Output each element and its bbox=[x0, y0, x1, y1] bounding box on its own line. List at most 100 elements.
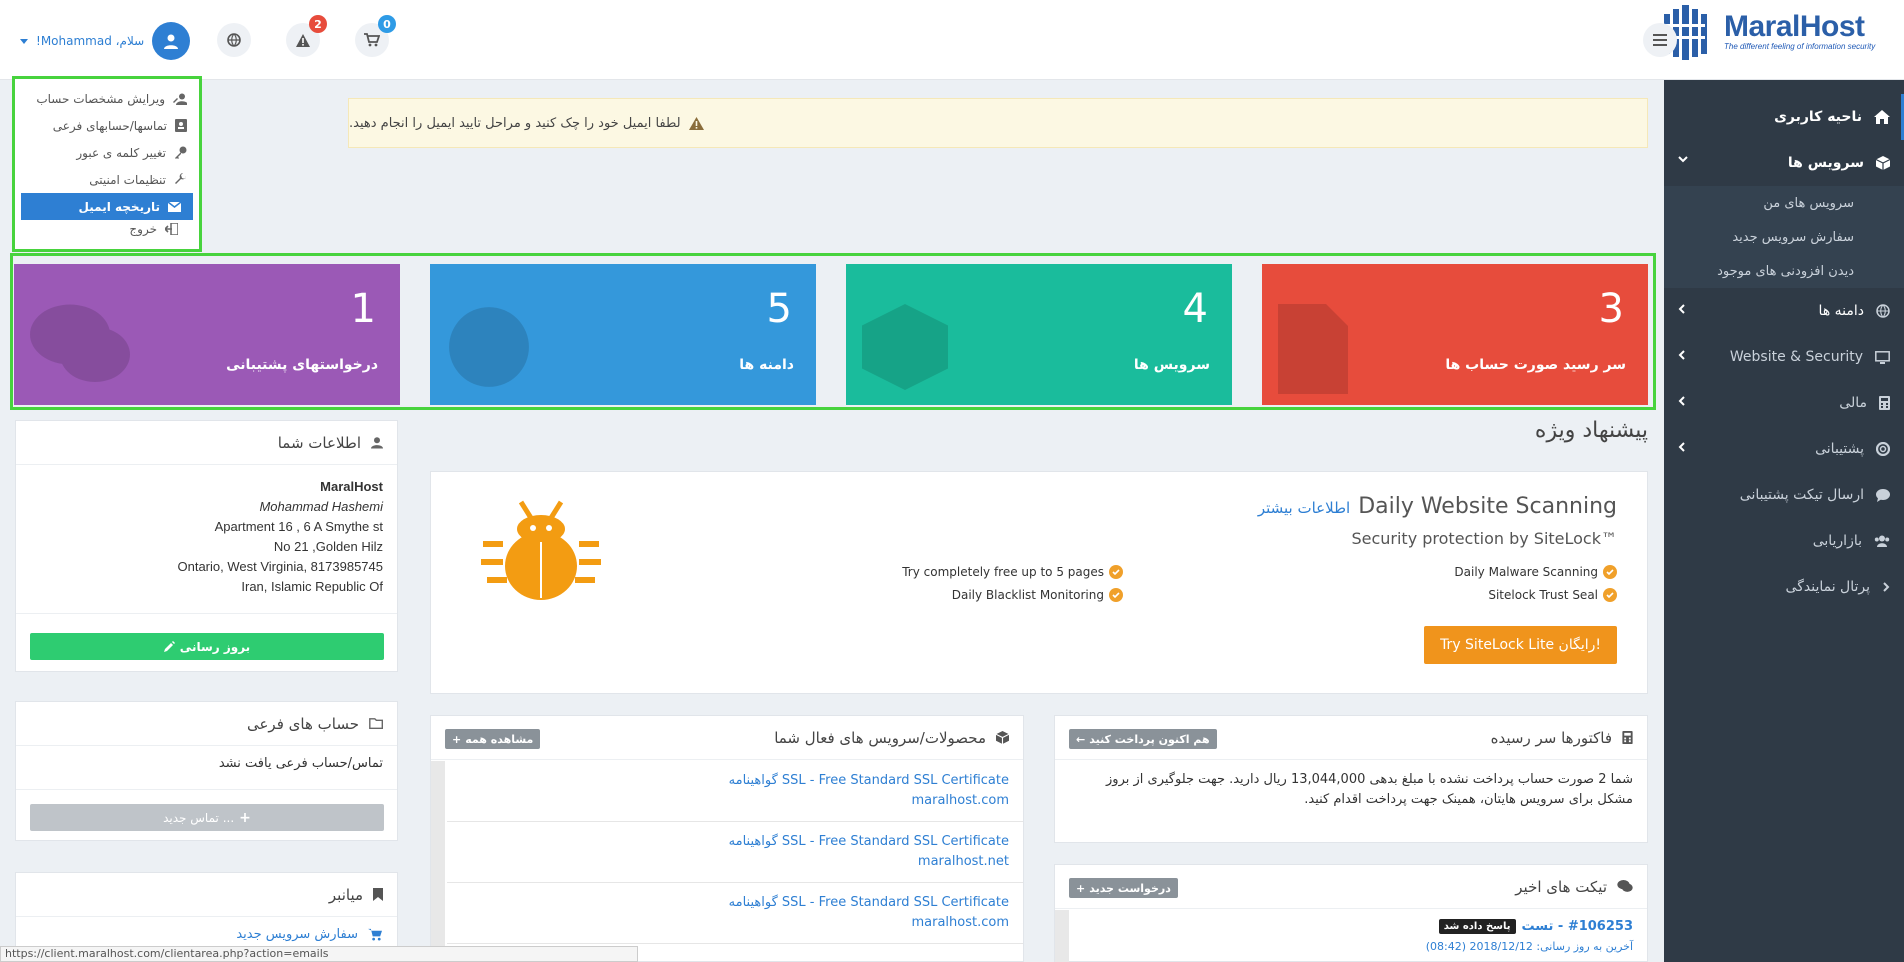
update-info-button[interactable]: بروز رسانی bbox=[30, 633, 384, 660]
check-circle-icon bbox=[1603, 588, 1617, 602]
cart-button[interactable]: 0 bbox=[355, 15, 396, 57]
chevron-left-icon bbox=[1678, 304, 1685, 314]
tile-label: دامنه ها bbox=[739, 357, 794, 373]
home-icon bbox=[1874, 110, 1890, 124]
notifications-button[interactable]: 2 bbox=[286, 15, 327, 57]
warning-icon bbox=[688, 116, 704, 130]
sidebar-item-label: پشتیبانی bbox=[1815, 441, 1864, 457]
panel-title: فاکتورها سر رسیده bbox=[1490, 728, 1612, 747]
comments-icon bbox=[1617, 880, 1633, 892]
services-scrollbar[interactable] bbox=[431, 761, 445, 962]
service-row[interactable]: گواهینامه SSL - Free Standard SSL Certif… bbox=[447, 883, 1023, 944]
subaccounts-empty: تماس/حساب فرعی یافت نشد bbox=[16, 746, 397, 790]
info-name: Mohammad Hashemi bbox=[259, 499, 383, 514]
new-contact-label: تماس جدید ... bbox=[163, 810, 235, 825]
caret-down-icon bbox=[20, 38, 28, 44]
cart-icon bbox=[364, 33, 380, 47]
ticket-title: #106253 - تست bbox=[1521, 919, 1634, 934]
menu-security-settings[interactable]: تنظیمات امنیتی bbox=[15, 166, 199, 193]
invoice-icon bbox=[1278, 304, 1348, 394]
cart-icon bbox=[368, 928, 382, 941]
menu-edit-account[interactable]: ویرایش مشخصات حساب bbox=[15, 85, 199, 112]
service-row[interactable]: گواهینامه SSL - Free Standard SSL Certif… bbox=[447, 822, 1023, 883]
panel-title: میانبر bbox=[328, 885, 363, 904]
panel-header: میانبر bbox=[16, 873, 397, 917]
tile-overdue-invoices[interactable]: 3 سر رسید صورت حساب ها bbox=[1262, 264, 1648, 405]
tile-label: درخواستهای پشتیبانی bbox=[226, 357, 378, 373]
sidebar-subitem-my-services[interactable]: سرویس های من bbox=[1664, 186, 1904, 220]
menu-contacts[interactable]: تماسها/حسابهای فرعی bbox=[15, 112, 199, 139]
info-address1: Apartment 16 , 6 A Smythe st bbox=[214, 519, 383, 534]
promo-section-title: پیشنهاد ویژه bbox=[1534, 418, 1648, 443]
shortcut-order-new[interactable]: سفارش سرویس جدید bbox=[16, 917, 397, 942]
active-services-panel: محصولات/سرویس های فعال شما + مشاهده همه گ… bbox=[430, 715, 1024, 962]
sidebar-item-support[interactable]: پشتیبانی bbox=[1664, 426, 1904, 472]
sidebar-item-label: ارسال تیکت پشتیبانی bbox=[1739, 487, 1864, 503]
cube-icon bbox=[862, 304, 948, 390]
hamburger-button[interactable] bbox=[1643, 23, 1677, 57]
sidebar-item-affiliates[interactable]: بازاریابی bbox=[1664, 518, 1904, 564]
sidebar-item-domains[interactable]: دامنه ها bbox=[1664, 288, 1904, 334]
tile-label: سر رسید صورت حساب ها bbox=[1445, 357, 1626, 373]
sidebar-item-open-ticket[interactable]: ارسال تیکت پشتیبانی bbox=[1664, 472, 1904, 518]
tile-value: 1 bbox=[350, 286, 376, 332]
tile-label: سرویس ها bbox=[1133, 357, 1210, 373]
language-button[interactable] bbox=[217, 23, 251, 57]
try-sitelock-button[interactable]: Try SiteLock Lite رایگان! bbox=[1424, 626, 1617, 664]
tickets-scrollbar[interactable] bbox=[1055, 910, 1069, 962]
user-menu-toggle[interactable]: سلام، Mohammad! bbox=[20, 22, 191, 60]
feature-text: Daily Malware Scanning bbox=[1454, 565, 1598, 579]
status-bar-url: https://client.maralhost.com/clientarea.… bbox=[0, 946, 638, 962]
menu-contacts-label: تماسها/حسابهای فرعی bbox=[52, 118, 167, 133]
overdue-invoices-panel: فاکتورها سر رسیده ← هم اکنون پرداخت کنید … bbox=[1054, 715, 1648, 843]
promo-more-info-link[interactable]: اطلاعات بیشتر bbox=[1258, 499, 1350, 517]
chevron-left-icon bbox=[1678, 442, 1685, 452]
sidebar-item-label: ناحیه کاربری bbox=[1774, 109, 1862, 125]
new-ticket-button[interactable]: + درخواست جدید bbox=[1069, 878, 1178, 898]
menu-change-password-label: تغییر کلمه ی عبور bbox=[76, 145, 166, 160]
feature-text: Daily Blacklist Monitoring bbox=[951, 588, 1104, 602]
chevron-down-icon bbox=[1678, 156, 1688, 163]
globe-icon bbox=[449, 307, 529, 387]
maralhost-logo[interactable]: MaralHost The different feeling of infor… bbox=[1660, 2, 1892, 64]
life-ring-icon bbox=[1876, 442, 1890, 456]
menu-logout[interactable]: خروج bbox=[20, 216, 192, 242]
pay-now-label: هم اکنون پرداخت کنید bbox=[1089, 732, 1210, 746]
shortcut-link-label: سفارش سرویس جدید bbox=[236, 927, 358, 942]
tile-support-tickets[interactable]: 1 درخواستهای پشتیبانی bbox=[14, 264, 400, 405]
service-name: گواهینامه SSL - Free Standard SSL Certif… bbox=[728, 773, 1009, 788]
sidebar-item-services[interactable]: سرویس ها bbox=[1664, 140, 1904, 186]
menu-logout-label: خروج bbox=[129, 222, 157, 236]
sidebar-item-reseller-portal[interactable]: پرتال نمایندگی bbox=[1664, 564, 1904, 610]
cube-icon bbox=[996, 731, 1009, 744]
service-domain: maralhost.com bbox=[911, 915, 1009, 930]
sidebar-item-dashboard[interactable]: ناحیه کاربری bbox=[1664, 94, 1904, 140]
pay-now-button[interactable]: ← هم اکنون پرداخت کنید bbox=[1069, 729, 1217, 749]
panel-title: محصولات/سرویس های فعال شما bbox=[774, 728, 986, 747]
user-avatar bbox=[152, 22, 191, 60]
chevron-left-icon bbox=[1678, 396, 1685, 406]
sidebar-subitem-addons[interactable]: دیدن افزودنی های موجود bbox=[1664, 254, 1904, 288]
view-all-button[interactable]: + مشاهده همه bbox=[445, 729, 541, 749]
ticket-row[interactable]: پاسخ داده شد #106253 - تست bbox=[1438, 919, 1634, 934]
info-company: MaralHost bbox=[320, 479, 383, 494]
new-contact-button[interactable]: تماس جدید ... + bbox=[30, 804, 384, 831]
tile-value: 3 bbox=[1598, 286, 1624, 332]
service-row[interactable]: گواهینامه SSL - Free Standard SSL Certif… bbox=[447, 761, 1023, 822]
tile-value: 4 bbox=[1182, 286, 1208, 332]
chevron-right-icon bbox=[1883, 582, 1890, 592]
recent-tickets-panel: تیکت های اخیر + درخواست جدید پاسخ داده شد… bbox=[1054, 864, 1648, 962]
feature-item: Try completely free up to 5 pages bbox=[902, 565, 1123, 579]
users-icon bbox=[1874, 535, 1890, 547]
sign-out-icon bbox=[165, 223, 178, 235]
sidebar-subitem-order-new[interactable]: سفارش سرویس جدید bbox=[1664, 220, 1904, 254]
sidebar-item-billing[interactable]: مالی bbox=[1664, 380, 1904, 426]
menu-change-password[interactable]: تغییر کلمه ی عبور bbox=[15, 139, 199, 166]
tile-domains[interactable]: 5 دامنه ها bbox=[430, 264, 816, 405]
panel-title: تیکت های اخیر bbox=[1515, 877, 1607, 896]
tile-services[interactable]: 4 سرویس ها bbox=[846, 264, 1232, 405]
sidebar-item-website-security[interactable]: Website & Security bbox=[1664, 334, 1904, 380]
plus-icon: + bbox=[239, 809, 251, 826]
pencil-icon bbox=[163, 641, 175, 652]
your-info-panel: اطلاعات شما MaralHost Mohammad Hashemi A… bbox=[15, 420, 398, 672]
